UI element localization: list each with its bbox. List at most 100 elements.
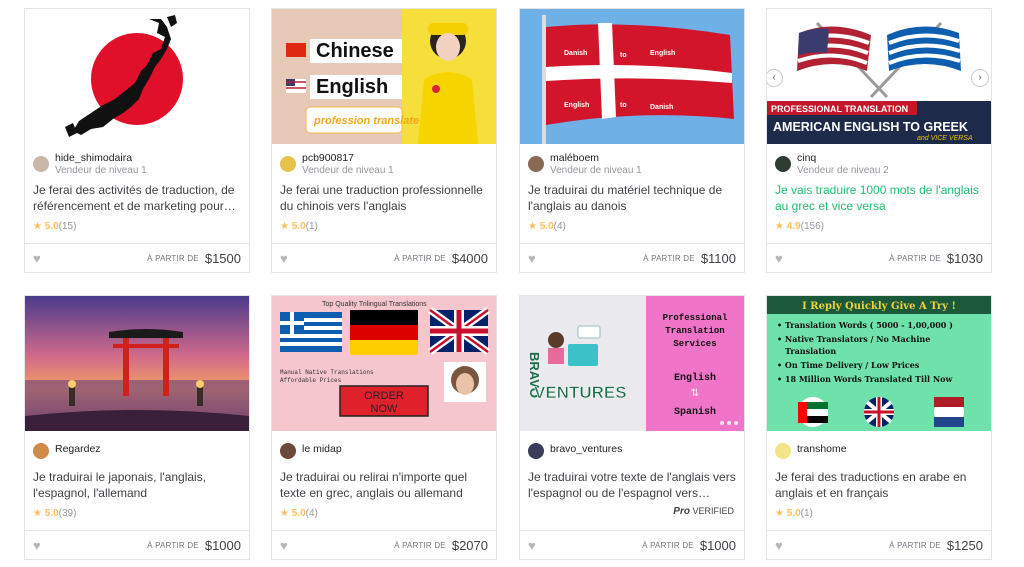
gig-card[interactable]: I Reply Quickly Give A Try ! • Translati…	[766, 295, 992, 560]
review-count: (4)	[553, 221, 566, 232]
review-count: (156)	[800, 221, 825, 232]
rating: ★ 5.0(39)	[25, 503, 249, 521]
avatar[interactable]	[280, 156, 296, 172]
gig-title[interactable]: Je traduirai ou relirai n'importe quel t…	[272, 467, 496, 503]
rating-score: 5.0	[786, 508, 801, 519]
heart-icon[interactable]: ♥	[528, 251, 536, 266]
avatar[interactable]	[775, 156, 791, 172]
svg-text:⇅: ⇅	[691, 388, 699, 399]
star-icon: ★	[280, 508, 289, 519]
thumb-line3: profession translate	[313, 115, 419, 127]
heart-icon[interactable]: ♥	[33, 538, 41, 553]
avatar[interactable]	[528, 156, 544, 172]
avatar[interactable]	[775, 443, 791, 459]
seller-name[interactable]: pcb900817	[302, 152, 394, 165]
gig-thumbnail[interactable]: BRAVO VENTURES Professional Translation …	[520, 296, 744, 431]
gig-card[interactable]: Top Quality Trilingual Translations Manu…	[271, 295, 497, 560]
thumb-es: Spanish	[674, 406, 716, 418]
avatar[interactable]	[33, 156, 49, 172]
price-label: À PARTIR DE	[147, 253, 199, 263]
gig-title[interactable]: Je vais traduire 1000 mots de l'anglais …	[767, 180, 991, 216]
gig-thumbnail[interactable]	[25, 9, 249, 144]
gig-thumbnail[interactable]: Danish to English English to Danish	[520, 9, 744, 144]
thumb-e: to	[620, 102, 627, 109]
price: $1100	[700, 250, 736, 266]
rating: ★ 5.0(4)	[520, 216, 744, 234]
price-label: À PARTIR DE	[394, 253, 446, 263]
price-label: À PARTIR DE	[889, 540, 941, 550]
heart-icon[interactable]: ♥	[33, 251, 41, 266]
thumb-order2: NOW	[371, 403, 399, 415]
price: $1000	[699, 537, 736, 553]
thumb-d: English	[564, 102, 589, 109]
thumb-f: Danish	[650, 104, 673, 111]
rating: ★ 5.0(1)	[767, 503, 991, 521]
thumb-c: English	[650, 50, 675, 57]
svg-text:• Native Translators / No Mach: • Native Translators / No Machine	[777, 334, 930, 344]
seller-name[interactable]: transhome	[797, 443, 847, 456]
gig-title[interactable]: Je ferai des activités de traduction, de…	[25, 180, 249, 216]
review-count: (39)	[58, 508, 77, 519]
carousel-dots[interactable]	[720, 421, 738, 425]
heart-icon[interactable]: ♥	[280, 538, 288, 553]
gig-thumbnail[interactable]: PROFESSIONAL TRANSLATION AMERICAN ENGLIS…	[767, 9, 991, 144]
rating: ★ 4.9(156)	[767, 216, 991, 234]
seller-name[interactable]: cinq	[797, 152, 889, 165]
gig-card[interactable]: hide_shimodaira Vendeur de niveau 1 Je f…	[24, 8, 250, 273]
gig-thumbnail[interactable]: I Reply Quickly Give A Try ! • Translati…	[767, 296, 991, 431]
rating: ★ 5.0(1)	[272, 216, 496, 234]
seller-name[interactable]: le midap	[302, 443, 342, 456]
star-icon: ★	[528, 221, 537, 232]
rating-score: 5.0	[539, 221, 554, 232]
thumb-p3: Services	[673, 339, 716, 349]
gig-title[interactable]: Je ferai des traductions en arabe en ang…	[767, 467, 991, 503]
thumb-banner: PROFESSIONAL TRANSLATION	[771, 104, 908, 114]
thumb-p1: Professional	[663, 313, 728, 323]
rating-score: 5.0	[44, 508, 59, 519]
seller-name[interactable]: Regardez	[55, 443, 101, 456]
star-icon: ★	[775, 508, 784, 519]
pro-label: Pro	[673, 506, 690, 517]
gig-card[interactable]: Regardez Je traduirai le japonais, l'ang…	[24, 295, 250, 560]
svg-text:• 18 Million Words Translated: • 18 Million Words Translated Till Now	[777, 374, 954, 384]
seller-level: Vendeur de niveau 1	[302, 165, 394, 176]
thumb-sub: and VICE VERSA	[917, 135, 973, 142]
gig-thumbnail[interactable]: Top Quality Trilingual Translations Manu…	[272, 296, 496, 431]
thumb-b4: 18 Million Words Translated Till Now	[785, 374, 954, 384]
seller-level: Vendeur de niveau 1	[55, 165, 147, 176]
chevron-right-icon[interactable]: ›	[971, 69, 989, 87]
avatar[interactable]	[33, 443, 49, 459]
heart-icon[interactable]: ♥	[280, 251, 288, 266]
seller-name[interactable]: bravo_ventures	[550, 443, 622, 456]
avatar[interactable]	[280, 443, 296, 459]
gig-card[interactable]: BRAVO VENTURES Professional Translation …	[519, 295, 745, 560]
review-count: (1)	[305, 221, 318, 232]
seller-level: Vendeur de niveau 1	[550, 165, 642, 176]
star-icon: ★	[33, 508, 42, 519]
gig-thumbnail[interactable]	[25, 296, 249, 431]
gig-title[interactable]: Je traduirai votre texte de l'anglais ve…	[520, 467, 744, 503]
heart-icon[interactable]: ♥	[528, 538, 536, 553]
price-label: À PARTIR DE	[394, 540, 446, 550]
seller-name[interactable]: hide_shimodaira	[55, 152, 147, 165]
gig-thumbnail[interactable]: Chinese English profession translate	[272, 9, 496, 144]
gig-card[interactable]: Danish to English English to Danish malé…	[519, 8, 745, 273]
seller-name[interactable]: maléboem	[550, 152, 642, 165]
price: $4000	[451, 250, 488, 266]
avatar[interactable]	[528, 443, 544, 459]
thumb-p2: Translation	[665, 326, 724, 336]
heart-icon[interactable]: ♥	[775, 251, 783, 266]
gig-title[interactable]: Je ferai une traduction professionnelle …	[272, 180, 496, 216]
gig-title[interactable]: Je traduirai du matériel technique de l'…	[520, 180, 744, 216]
gig-title[interactable]: Je traduirai le japonais, l'anglais, l'e…	[25, 467, 249, 503]
review-count: (1)	[800, 508, 813, 519]
thumb-head: I Reply Quickly Give A Try !	[802, 301, 956, 312]
review-count: (15)	[58, 221, 77, 232]
rating-score: 5.0	[44, 221, 59, 232]
heart-icon[interactable]: ♥	[775, 538, 783, 553]
price: $2070	[451, 537, 488, 553]
star-icon: ★	[775, 221, 784, 232]
thumb-top: Top Quality Trilingual Translations	[322, 301, 427, 308]
gig-card[interactable]: PROFESSIONAL TRANSLATION AMERICAN ENGLIS…	[766, 8, 992, 273]
gig-card[interactable]: Chinese English profession translate pcb…	[271, 8, 497, 273]
